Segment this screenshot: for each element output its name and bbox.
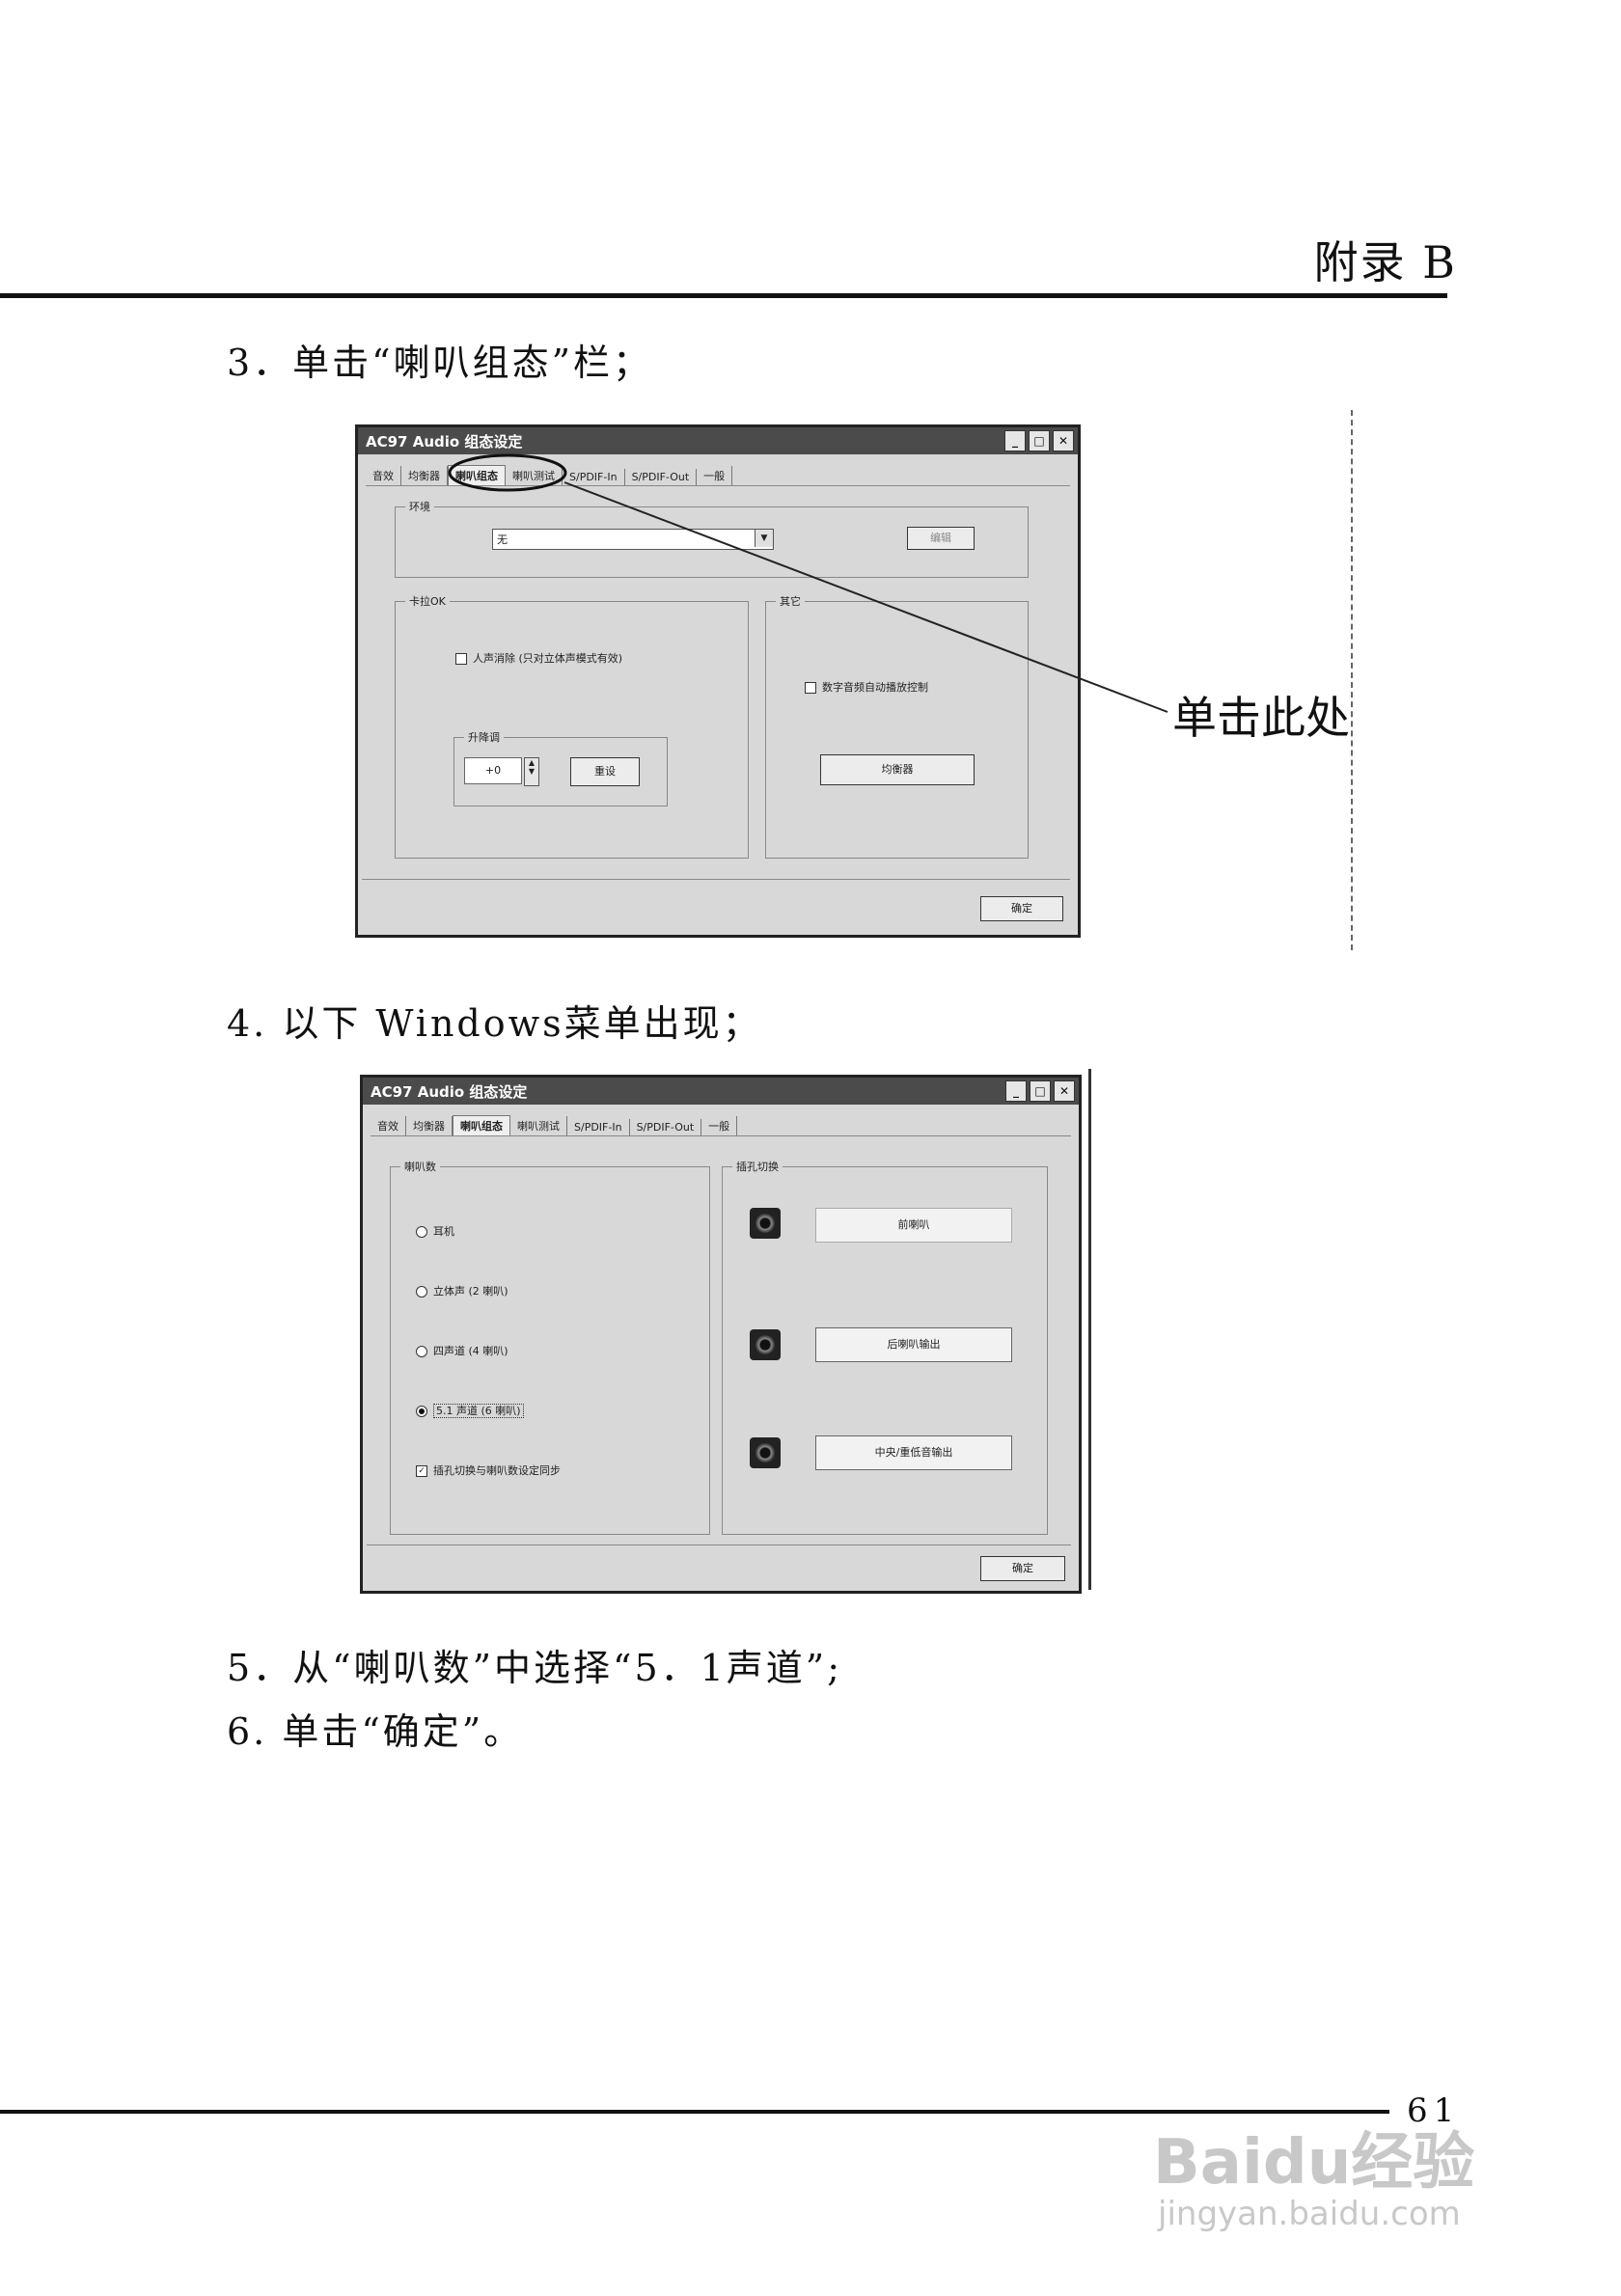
jack-front-label: 前喇叭 — [815, 1208, 1012, 1243]
tab-speaker-config[interactable]: 喇叭组态 — [453, 1115, 510, 1135]
window-2-titlebar: AC97 Audio 组态设定 _ □ ✕ — [363, 1078, 1079, 1105]
close-icon[interactable]: ✕ — [1054, 1080, 1075, 1102]
radio-5-1[interactable]: 5.1 声道 (6 喇叭) — [416, 1403, 524, 1418]
jack-switch-group: 插孔切换 前喇叭 后喇叭输出 中央/重低音输出 — [722, 1159, 1048, 1535]
tab-sound-effect[interactable]: 音效 — [371, 1116, 406, 1135]
radio-stereo-label: 立体声 (2 喇叭) — [433, 1285, 508, 1298]
step-5-text: 5．从“喇叭数”中选择“5．1声道”; — [227, 1647, 843, 1689]
tab-general[interactable]: 一般 — [701, 1116, 738, 1135]
footer-divider — [367, 1544, 1071, 1545]
jack-switch-group-label: 插孔切换 — [732, 1159, 783, 1174]
tab-equalizer[interactable]: 均衡器 — [406, 1116, 453, 1135]
step-6-text: 6. 单击“确定”。 — [227, 1710, 524, 1753]
dashed-margin-line — [1351, 410, 1353, 950]
radio-stereo-icon[interactable] — [416, 1286, 427, 1298]
jack-sync-label: 插孔切换与喇叭数设定同步 — [433, 1464, 561, 1477]
callout-line — [563, 481, 1168, 713]
jack-center-label[interactable]: 中央/重低音输出 — [815, 1435, 1012, 1470]
radio-headphone-label: 耳机 — [433, 1225, 454, 1238]
radio-quad-icon[interactable] — [416, 1346, 427, 1357]
window-2-tabs: 音效 均衡器 喇叭组态 喇叭测试 S/PDIF-In S/PDIF-Out 一般 — [371, 1112, 1071, 1136]
radio-headphone-icon[interactable] — [416, 1226, 427, 1238]
watermark-brand: Baidu经验 — [1153, 2127, 1475, 2199]
callout-text: 单击此处 — [1172, 692, 1350, 744]
jack-front-icon — [750, 1208, 781, 1239]
minimize-icon[interactable]: _ — [1005, 1080, 1027, 1102]
jack-sync-checkbox[interactable]: ✓ 插孔切换与喇叭数设定同步 — [416, 1462, 561, 1478]
step-4-text: 4. 以下 Windows菜单出现； — [227, 1002, 762, 1045]
tab-spdif-in[interactable]: S/PDIF-In — [567, 1119, 630, 1135]
jack-sync-check-icon[interactable]: ✓ — [416, 1465, 427, 1477]
radio-quad-label: 四声道 (4 喇叭) — [433, 1345, 508, 1357]
window-2-edge-line — [1088, 1069, 1091, 1590]
radio-stereo[interactable]: 立体声 (2 喇叭) — [416, 1283, 508, 1298]
tab-spdif-out[interactable]: S/PDIF-Out — [630, 1119, 702, 1135]
window-2-title: AC97 Audio 组态设定 — [371, 1082, 528, 1101]
ok-button[interactable]: 确定 — [980, 1556, 1065, 1581]
radio-headphone[interactable]: 耳机 — [416, 1223, 454, 1239]
jack-rear-label[interactable]: 后喇叭输出 — [815, 1327, 1012, 1362]
screenshot-window-2: AC97 Audio 组态设定 _ □ ✕ 音效 均衡器 喇叭组态 喇叭测试 S… — [360, 1075, 1082, 1594]
jack-rear-icon — [750, 1329, 781, 1360]
radio-quad[interactable]: 四声道 (4 喇叭) — [416, 1343, 508, 1358]
radio-5-1-icon[interactable] — [416, 1406, 427, 1417]
radio-5-1-label: 5.1 声道 (6 喇叭) — [433, 1404, 524, 1418]
speaker-count-group-label: 喇叭数 — [400, 1159, 440, 1174]
maximize-icon[interactable]: □ — [1030, 1080, 1051, 1102]
highlight-ellipse — [448, 453, 567, 492]
watermark-url: jingyan.baidu.com — [1158, 2195, 1461, 2233]
tab-speaker-test[interactable]: 喇叭测试 — [510, 1116, 567, 1135]
jack-center-icon — [750, 1437, 781, 1468]
speaker-count-group: 喇叭数 耳机 立体声 (2 喇叭) 四声道 (4 喇叭) 5.1 声道 (6 喇… — [390, 1159, 710, 1535]
